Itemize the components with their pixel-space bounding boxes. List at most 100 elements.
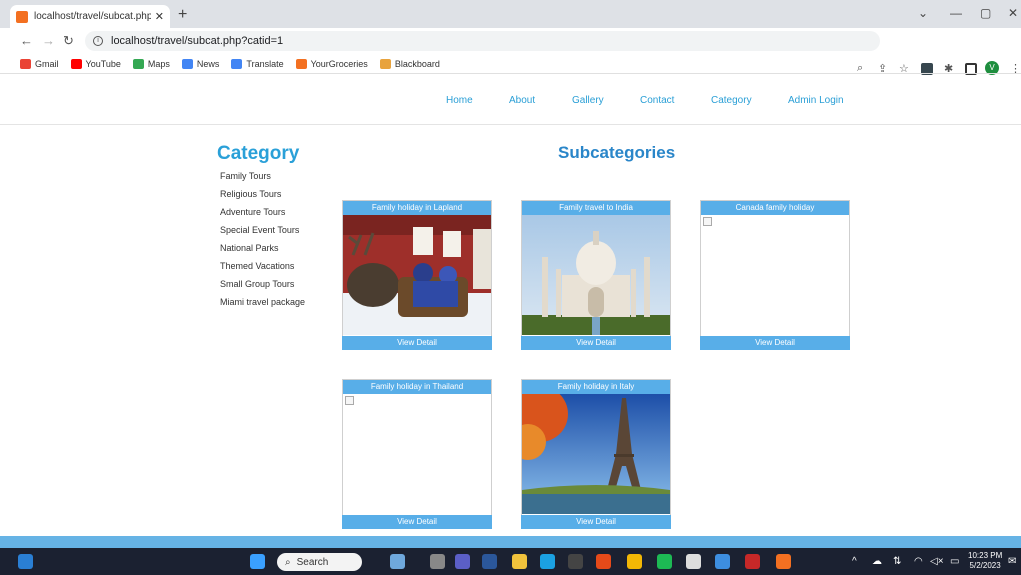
category-item-miami-travel-package[interactable]: Miami travel package (220, 297, 305, 315)
browser-tab[interactable]: localhost/travel/subcat.php?catid ✕ (10, 5, 170, 28)
subcategory-card: Family holiday in Italy View Detail (521, 379, 671, 529)
nav-home-link[interactable]: Home (446, 95, 473, 106)
forward-icon[interactable]: → (42, 33, 55, 48)
category-item-small-group-tours[interactable]: Small Group Tours (220, 279, 305, 297)
bookmark-blackboard[interactable]: Blackboard (379, 58, 440, 69)
subcategory-card: Family holiday in Lapland View Detail (342, 200, 492, 350)
tray-chevron-icon[interactable]: ^ (852, 556, 857, 567)
photos-icon[interactable] (686, 554, 701, 569)
file-explorer-icon[interactable] (512, 554, 527, 569)
maps-icon (132, 58, 144, 69)
maximize-icon[interactable]: ▢ (980, 6, 991, 20)
card-title[interactable]: Family holiday in Thailand (343, 380, 491, 394)
back-icon[interactable]: ← (20, 33, 33, 48)
bookmark-maps[interactable]: Maps (132, 58, 170, 69)
card-image-italy[interactable] (522, 394, 670, 514)
view-detail-button[interactable]: View Detail (342, 515, 492, 529)
bookmark-label: Maps (147, 58, 170, 69)
view-detail-button[interactable]: View Detail (521, 336, 671, 350)
view-detail-button[interactable]: View Detail (700, 336, 850, 350)
reload-icon[interactable]: ↻ (63, 33, 74, 49)
network-icon[interactable]: ⇅ (893, 556, 901, 567)
tab-search-icon[interactable]: ⌄ (918, 6, 928, 20)
category-item-religious-tours[interactable]: Religious Tours (220, 189, 305, 207)
xampp-icon[interactable] (776, 554, 791, 569)
broken-image-icon (345, 396, 354, 405)
clock-date: 5/2/2023 (969, 561, 1001, 570)
word-icon[interactable] (482, 554, 497, 569)
edge-icon[interactable] (540, 554, 555, 569)
category-item-special-event-tours[interactable]: Special Event Tours (220, 225, 305, 243)
git-icon[interactable] (596, 554, 611, 569)
teams-icon[interactable] (455, 554, 470, 569)
category-heading: Category (217, 143, 300, 164)
category-item-adventure-tours[interactable]: Adventure Tours (220, 207, 305, 225)
app-icon[interactable] (390, 554, 405, 569)
widgets-icon[interactable] (18, 554, 33, 569)
bookmark-news[interactable]: News (181, 58, 219, 69)
address-input[interactable]: i localhost/travel/subcat.php?catid=1 (85, 31, 880, 51)
clock-time: 10:23 PM (968, 551, 1003, 560)
card-title[interactable]: Canada family holiday (701, 201, 849, 215)
nav-about-link[interactable]: About (509, 95, 535, 106)
card-image-india[interactable] (522, 215, 670, 335)
card-title[interactable]: Family holiday in Lapland (343, 201, 491, 215)
minimize-icon[interactable]: — (950, 6, 962, 20)
chrome-profile-icon[interactable] (715, 554, 730, 569)
category-item-family-tours[interactable]: Family Tours (220, 171, 305, 189)
volume-icon[interactable]: ◁× (930, 556, 944, 567)
address-bar-row: ← → ↻ i localhost/travel/subcat.php?cati… (0, 28, 1021, 75)
subcategories-heading: Subcategories (558, 143, 676, 162)
app-red-icon[interactable] (745, 554, 760, 569)
card-image-thailand[interactable] (343, 394, 491, 514)
view-detail-button[interactable]: View Detail (521, 515, 671, 529)
view-detail-button[interactable]: View Detail (342, 336, 492, 350)
nav-gallery-link[interactable]: Gallery (572, 95, 604, 106)
taskbar-search-label: Search (296, 556, 329, 568)
start-icon[interactable] (250, 554, 265, 569)
nav-admin-login-link[interactable]: Admin Login (788, 95, 844, 106)
store-icon[interactable] (568, 554, 583, 569)
battery-icon[interactable]: ▭ (950, 556, 959, 567)
site-footer (0, 536, 1021, 548)
bookmark-translate[interactable]: Translate (231, 58, 284, 69)
cloud-icon[interactable]: ☁ (872, 556, 882, 567)
bookmark-label: YouTube (85, 58, 121, 69)
subcategory-card: Family travel to India View Detail (521, 200, 671, 350)
new-tab-icon[interactable]: + (178, 6, 187, 24)
bookmark-youtube[interactable]: YouTube (70, 58, 121, 69)
bookmark-gmail[interactable]: Gmail (20, 58, 59, 69)
site-favicon-icon (16, 10, 28, 23)
bookmark-label: Translate (246, 58, 284, 69)
chrome-icon[interactable] (627, 554, 642, 569)
card-title[interactable]: Family travel to India (522, 201, 670, 215)
site-navbar: Home About Gallery Contact Category Admi… (0, 75, 1021, 125)
category-item-national-parks[interactable]: National Parks (220, 243, 305, 261)
tab-close-icon[interactable]: ✕ (155, 10, 164, 23)
notification-icon[interactable]: ✉ (1008, 556, 1016, 567)
taskbar-search[interactable]: ⌕ Search (277, 553, 362, 571)
card-title[interactable]: Family holiday in Italy (522, 380, 670, 394)
wifi-icon[interactable]: ◠ (914, 556, 923, 567)
site-info-icon[interactable]: i (93, 36, 103, 46)
nav-contact-link[interactable]: Contact (640, 95, 674, 106)
category-item-themed-vacations[interactable]: Themed Vacations (220, 261, 305, 279)
bookmark-label: YourGroceries (310, 58, 368, 69)
broken-image-icon (703, 217, 712, 226)
bookmark-yourgroceries[interactable]: YourGroceries (295, 58, 368, 69)
hulu-icon[interactable] (657, 554, 672, 569)
youtube-icon (70, 58, 82, 69)
taskbar-clock[interactable]: 10:23 PM 5/2/2023 (968, 551, 1002, 571)
translate-icon (231, 58, 243, 69)
nav-category-link[interactable]: Category (711, 95, 752, 106)
bookmark-label: Blackboard (394, 58, 440, 69)
tab-title: localhost/travel/subcat.php?catid (34, 11, 151, 22)
task-view-icon[interactable] (430, 554, 445, 569)
card-image-lapland[interactable] (343, 215, 491, 335)
bookmark-label: Gmail (35, 58, 59, 69)
close-window-icon[interactable]: ✕ (1008, 6, 1018, 20)
news-icon (181, 58, 193, 69)
card-image-canada[interactable] (701, 215, 849, 335)
url-text[interactable]: localhost/travel/subcat.php?catid=1 (111, 35, 283, 47)
yourgroceries-icon (295, 58, 307, 69)
